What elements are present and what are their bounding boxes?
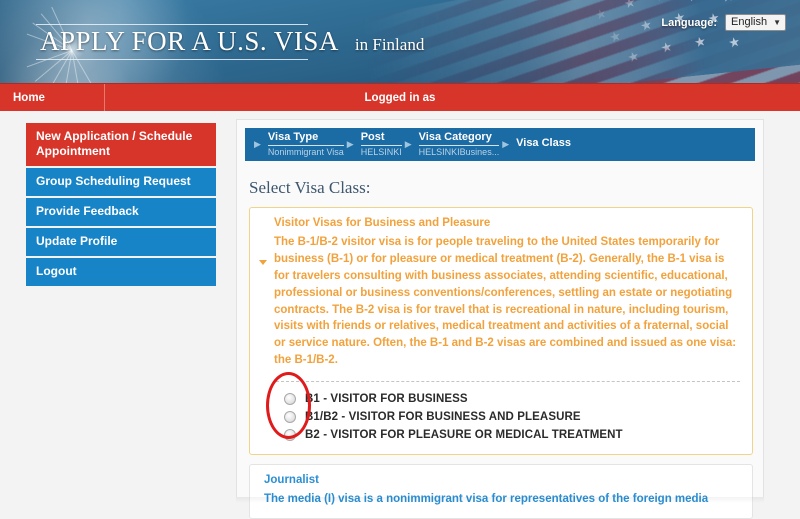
breadcrumb-step-value: HELSINKIBusines... [418,146,500,157]
breadcrumb-step-value: HELSINKI [360,146,402,157]
nav-item-home[interactable]: Home [0,83,105,112]
breadcrumb-step-visa-class[interactable]: Visa Class [516,137,571,151]
radio-button-icon[interactable] [284,393,296,406]
sidebar-item-new-application[interactable]: New Application / Schedule Appointment [26,123,216,166]
card-title: Journalist [264,474,319,487]
visa-class-card-journalist[interactable]: Journalist The media (I) visa is a nonim… [249,464,753,519]
collapse-triangle-icon[interactable] [259,260,267,265]
language-dropdown[interactable]: English ▼ [725,14,786,31]
section-heading: Select Visa Class: [249,178,371,197]
breadcrumb-step-label: Visa Category [418,131,500,146]
page-title: APPLY FOR A U.S. VISA [40,26,339,56]
radio-button-icon[interactable] [284,411,296,424]
breadcrumb-step-value: Nonimmigrant Visa [267,146,344,157]
breadcrumb: ▶ Visa Type Nonimmigrant Visa ▶ Post HEL… [245,128,755,161]
section-divider [276,381,740,383]
sidebar-item-provide-feedback[interactable]: Provide Feedback [26,198,216,226]
visa-class-option-b1b2[interactable]: B1/B2 - VISITOR FOR BUSINESS AND PLEASUR… [274,408,742,426]
sidebar-item-group-scheduling-request[interactable]: Group Scheduling Request [26,168,216,196]
site-title-block: APPLY FOR A U.S. VISA in Finland [36,24,424,60]
sidebar-item-update-profile[interactable]: Update Profile [26,228,216,256]
breadcrumb-step-label: Visa Class [516,137,571,150]
sidebar-menu: New Application / Schedule Appointment G… [26,123,216,288]
breadcrumb-arrow-icon: ▶ [346,139,354,149]
card-description: The B-1/B-2 visitor visa is for people t… [274,236,737,367]
title-country: in Finland [354,35,425,54]
breadcrumb-step-visa-category[interactable]: Visa Category HELSINKIBusines... [418,131,500,159]
visa-class-option-label: B2 - VISITOR FOR PLEASURE OR MEDICAL TRE… [305,429,623,442]
title-rule-bottom [36,59,308,60]
site-banner: ★ ★ ★ ★ ★ ★ ★ ★ ★ ★ ★ ★ ★ ★ [0,0,800,83]
logged-in-as-label: Logged in as [364,91,436,104]
breadcrumb-arrow-icon: ▶ [404,139,412,149]
sidebar-item-logout[interactable]: Logout [26,258,216,286]
breadcrumb-step-label: Post [360,131,402,146]
breadcrumb-step-visa-type[interactable]: Visa Type Nonimmigrant Visa [267,131,344,159]
panel-bottom-shadow [236,497,764,503]
breadcrumb-step-post[interactable]: Post HELSINKI [360,131,402,159]
language-selected-value: English [731,16,768,28]
radio-button-icon[interactable] [284,429,296,442]
main-content-panel: ▶ Visa Type Nonimmigrant Visa ▶ Post HEL… [236,119,764,519]
visa-class-option-b1[interactable]: B1 - VISITOR FOR BUSINESS [274,390,742,408]
visa-class-option-label: B1/B2 - VISITOR FOR BUSINESS AND PLEASUR… [305,411,581,424]
breadcrumb-step-label: Visa Type [267,131,344,146]
visa-class-option-label: B1 - VISITOR FOR BUSINESS [305,393,468,406]
main-navigation-bar: Home Logged in as [0,83,800,112]
page-body: New Application / Schedule Appointment G… [0,111,800,519]
visa-class-card-visitor[interactable]: Visitor Visas for Business and Pleasure … [249,207,753,456]
breadcrumb-arrow-icon: ▶ [502,139,510,149]
language-selector[interactable]: Language: English ▼ [661,14,786,31]
card-title: Visitor Visas for Business and Pleasure [274,217,491,229]
language-label: Language: [661,16,717,29]
visa-class-option-b2[interactable]: B2 - VISITOR FOR PLEASURE OR MEDICAL TRE… [274,426,742,444]
chevron-down-icon: ▼ [773,17,781,27]
breadcrumb-arrow-icon: ▶ [254,139,261,149]
